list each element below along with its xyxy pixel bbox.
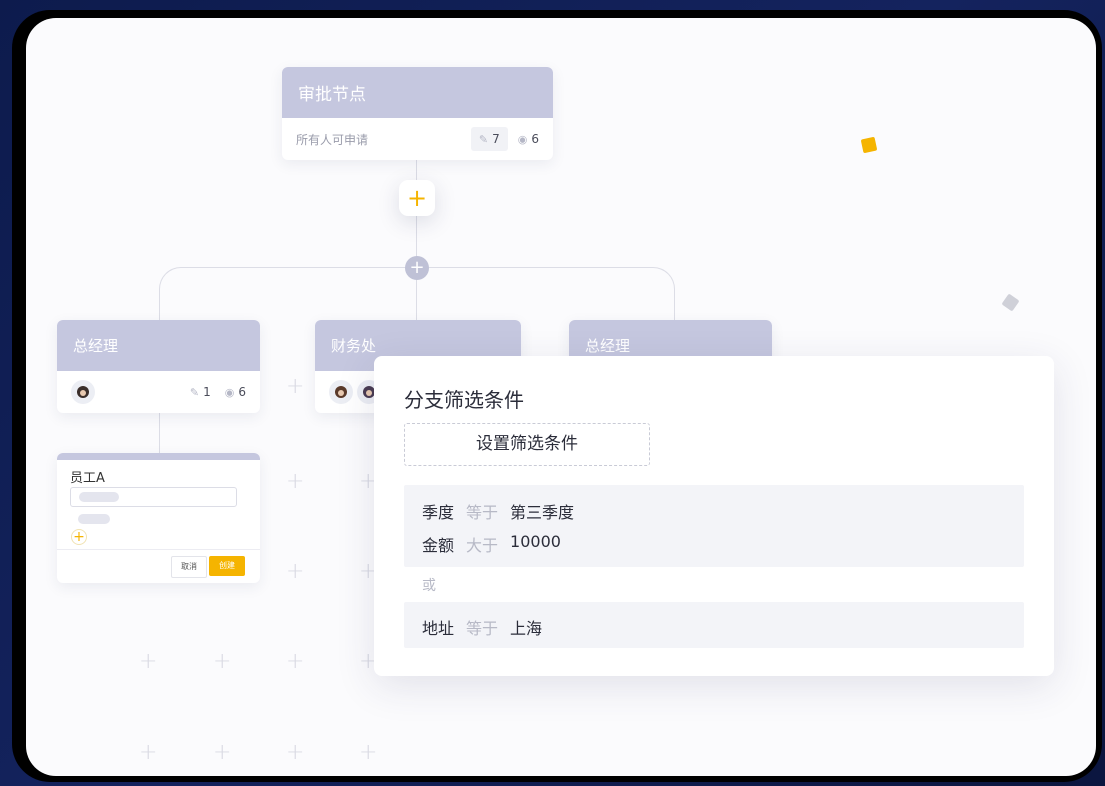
condition-row: 金额 大于 10000 xyxy=(422,532,561,555)
avatar xyxy=(71,380,95,404)
condition-row: 季度 等于 第三季度 xyxy=(422,503,575,522)
create-button[interactable]: 创建 xyxy=(209,556,245,576)
condition-group[interactable]: 季度 等于 第三季度 金额 大于 10000 xyxy=(404,485,1024,567)
placeholder-pill xyxy=(78,514,110,524)
eye-icon: ◉ xyxy=(224,385,235,399)
approver-input[interactable] xyxy=(70,487,237,507)
eye-icon: ◉ xyxy=(517,132,528,146)
grid-plus-icon: + xyxy=(286,740,305,765)
edit-count: ✎ 7 xyxy=(470,127,508,151)
panel-title: 分支筛选条件 xyxy=(404,388,524,412)
cancel-button[interactable]: 取消 xyxy=(171,556,207,578)
branch-filter-panel: 分支筛选条件 设置筛选条件 季度 等于 第三季度 金额 大于 10000 或 地… xyxy=(374,356,1054,676)
edit-count: ✎ 1 xyxy=(189,385,211,399)
grid-plus-icon: + xyxy=(286,374,305,399)
pencil-icon: ✎ xyxy=(478,132,489,146)
branch-title: 总经理 xyxy=(57,320,260,371)
add-branch-button[interactable]: + xyxy=(405,256,429,280)
grid-plus-icon: + xyxy=(213,740,232,765)
grid-plus-icon: + xyxy=(286,649,305,674)
grid-plus-icon: + xyxy=(286,469,305,494)
condition-group[interactable]: 地址 等于 上海 xyxy=(404,602,1024,648)
connector-line xyxy=(159,413,160,453)
grid-plus-icon: + xyxy=(139,649,158,674)
decorative-square xyxy=(1001,293,1020,312)
grid-plus-icon: + xyxy=(286,559,305,584)
grid-plus-icon: + xyxy=(139,740,158,765)
branch-node-card[interactable]: 总经理 ✎ 1 ◉ 6 xyxy=(57,320,260,413)
view-count: ◉ 6 xyxy=(224,385,246,399)
decorative-square xyxy=(860,136,878,154)
condition-row: 地址 等于 上海 xyxy=(422,619,543,638)
field-label: 员工A xyxy=(70,471,105,486)
set-filter-button[interactable]: 设置筛选条件 xyxy=(404,423,650,466)
approval-node-card[interactable]: 审批节点 所有人可申请 ✎ 7 ◉ 6 xyxy=(282,67,553,160)
flow-canvas: + + + + + + + + + + + + + 审批节点 所有人可申请 ✎ … xyxy=(26,18,1096,776)
avatar xyxy=(329,380,353,404)
add-node-button[interactable]: + xyxy=(399,180,435,216)
approval-node-subtitle: 所有人可申请 xyxy=(296,132,369,147)
add-field-icon[interactable]: + xyxy=(71,529,87,545)
view-count: ◉ 6 xyxy=(517,132,539,146)
pencil-icon: ✎ xyxy=(189,385,200,399)
or-label: 或 xyxy=(422,578,436,594)
grid-plus-icon: + xyxy=(359,740,378,765)
approver-form-card: 员工A + 取消 创建 xyxy=(57,453,260,583)
grid-plus-icon: + xyxy=(213,649,232,674)
approval-node-title: 审批节点 xyxy=(282,67,553,118)
